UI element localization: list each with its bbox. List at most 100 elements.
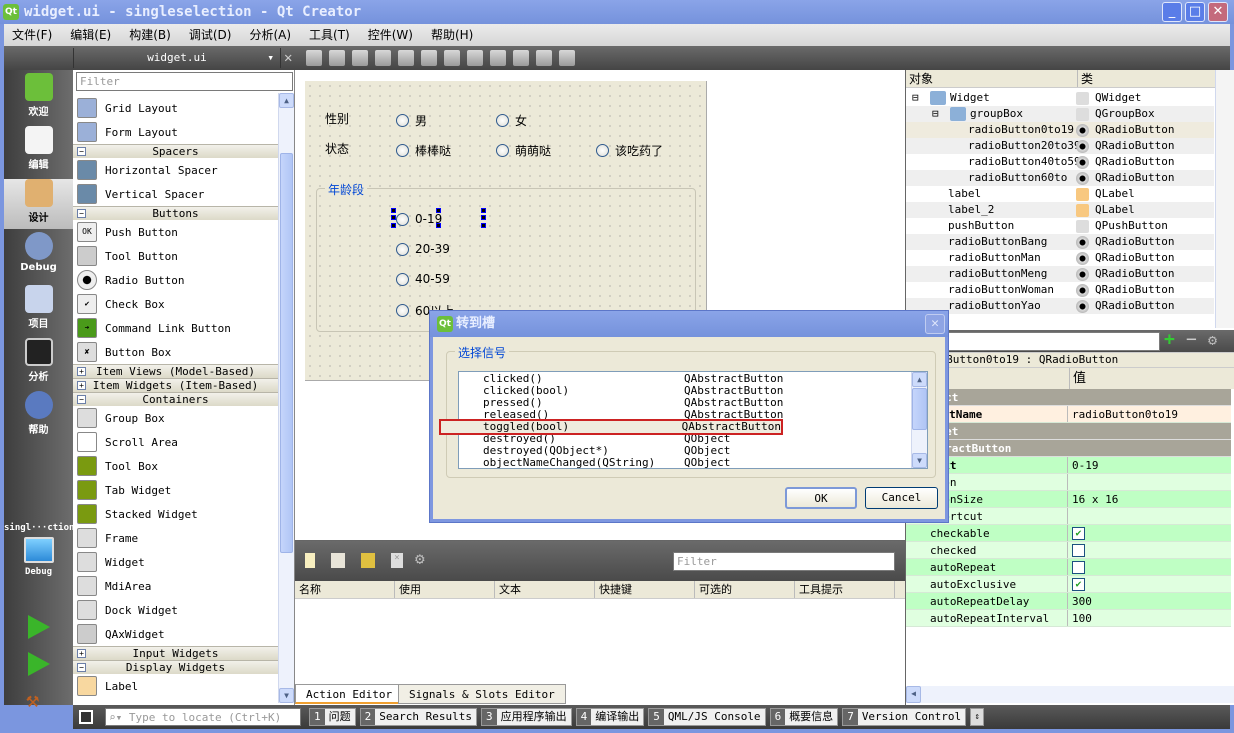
dialog-close-button[interactable]: ✕ [925, 314, 945, 334]
action-filter-input[interactable]: Filter [673, 552, 895, 571]
build-hammer-icon[interactable]: ⚒ [26, 688, 39, 713]
mode-2[interactable]: 设计 [4, 179, 73, 229]
property-value[interactable]: 300 [1068, 593, 1092, 609]
radio-female[interactable]: 女 [496, 112, 527, 129]
edit-tab-order-icon[interactable] [375, 50, 391, 66]
selection-handle[interactable] [391, 215, 396, 220]
break-layout-icon[interactable] [536, 50, 552, 66]
menu-item-4[interactable]: 分析(A) [241, 24, 299, 46]
widget-item[interactable]: Dock Widget [73, 598, 278, 622]
radio-yao[interactable]: 该吃药了 [596, 142, 663, 159]
widget-category[interactable]: + Item Widgets (Item-Based) [73, 378, 278, 392]
adjust-size-icon[interactable] [559, 50, 575, 66]
wrench-icon[interactable]: ⚙ [1208, 331, 1217, 349]
tree-row[interactable]: ⊟ groupBox QGroupBox [906, 106, 1214, 122]
scroll-down-button[interactable]: ▼ [912, 453, 927, 468]
output-pane-2[interactable]: 2 Search Results [359, 708, 477, 726]
property-hscrollbar[interactable]: ◀ [906, 686, 1234, 703]
selection-handle[interactable] [481, 223, 486, 228]
run-icon[interactable] [28, 615, 50, 639]
mode-4[interactable]: 项目 [4, 285, 73, 335]
signal-row[interactable]: objectNameChanged(QString) QObject [459, 457, 911, 469]
menu-item-6[interactable]: 控件(W) [360, 24, 421, 46]
layout-h-splitter-icon[interactable] [444, 50, 460, 66]
output-pane-7[interactable]: 7 Version Control [842, 708, 967, 726]
property-row[interactable]: autoExclusive ✔ [906, 576, 1231, 593]
toggle-sidebar-icon[interactable] [79, 710, 93, 724]
output-pane-3[interactable]: 3 应用程序输出 [480, 708, 572, 726]
widget-list-scrollbar[interactable]: ▲ ▼ [278, 93, 294, 703]
widget-item[interactable]: Grid Layout [73, 96, 278, 120]
close-editor-button[interactable]: ✕ [284, 48, 300, 68]
remove-property-icon[interactable]: − [1186, 329, 1197, 350]
property-row[interactable]: text0-19 [906, 457, 1231, 474]
tab-action-editor[interactable]: Action Editor [295, 684, 404, 704]
property-row[interactable]: autoRepeatInterval 100 [906, 610, 1231, 627]
minimize-button[interactable]: _ [1162, 2, 1182, 22]
scroll-thumb[interactable] [280, 153, 293, 553]
scroll-up-button[interactable]: ▲ [912, 372, 927, 387]
property-value[interactable] [1068, 508, 1072, 524]
property-row[interactable]: icon [906, 474, 1231, 491]
property-category[interactable]: QObject [906, 389, 1231, 406]
widget-filter-input[interactable]: Filter [76, 72, 293, 91]
tree-row[interactable]: label_2 QLabel [906, 202, 1214, 218]
tree-row[interactable]: radioButton0to19 QRadioButton [906, 122, 1214, 138]
widget-item[interactable]: Group Box [73, 406, 278, 430]
widget-item[interactable]: ✘ Button Box [73, 340, 278, 364]
menu-item-2[interactable]: 构建(B) [121, 24, 179, 46]
widget-item[interactable]: Tab Widget [73, 478, 278, 502]
selection-handle[interactable] [391, 208, 396, 213]
widget-item[interactable]: Tool Button [73, 244, 278, 268]
tree-row[interactable]: radioButton40to59 QRadioButton [906, 154, 1214, 170]
property-value[interactable] [1068, 474, 1072, 490]
widget-item[interactable]: Scroll Area [73, 430, 278, 454]
autoExclusive-checkbox[interactable]: ✔ [1072, 577, 1085, 591]
property-value[interactable]: 100 [1068, 610, 1092, 626]
widget-item[interactable]: MdiArea [73, 574, 278, 598]
maximize-button[interactable]: □ [1185, 2, 1205, 22]
mode-5[interactable]: 分析 [4, 338, 73, 388]
widget-item[interactable]: Label [73, 674, 278, 698]
property-row[interactable]: autoRepeat [906, 559, 1231, 576]
tree-row[interactable]: ⊟ Widget QWidget [906, 90, 1214, 106]
scroll-left-button[interactable]: ◀ [906, 686, 921, 703]
scroll-thumb[interactable] [912, 388, 927, 430]
expand-collapse-icon[interactable]: + [77, 367, 86, 376]
widget-item[interactable]: Radio Button [73, 268, 278, 292]
property-row[interactable]: checkable ✔ [906, 525, 1231, 542]
widget-category[interactable]: − Display Widgets [73, 660, 278, 674]
property-value[interactable]: 16 x 16 [1068, 491, 1118, 507]
ok-button[interactable]: OK [785, 487, 857, 509]
widget-category[interactable]: − Buttons [73, 206, 278, 220]
checkable-checkbox[interactable]: ✔ [1072, 526, 1085, 540]
more-panes-button[interactable]: ⇕ [970, 708, 985, 726]
widget-category[interactable]: + Item Views (Model-Based) [73, 364, 278, 378]
expand-collapse-icon[interactable]: − [77, 395, 86, 404]
menu-item-1[interactable]: 编辑(E) [62, 24, 119, 46]
property-value[interactable] [1068, 559, 1085, 575]
new-action-icon[interactable] [305, 553, 315, 568]
tree-row[interactable]: radioButtonMan QRadioButton [906, 250, 1214, 266]
mode-6[interactable]: 帮助 [4, 391, 73, 441]
tab-signals-slots-editor[interactable]: Signals & Slots Editor [398, 684, 566, 704]
output-pane-4[interactable]: 4 编译输出 [575, 708, 645, 726]
widget-item[interactable]: Form Layout [73, 120, 278, 144]
property-row[interactable]: iconSize 16 x 16 [906, 491, 1231, 508]
layout-v-splitter-icon[interactable] [467, 50, 483, 66]
mode-1[interactable]: 编辑 [4, 126, 73, 176]
inspector-scrollbar[interactable] [1215, 70, 1234, 328]
file-selector[interactable]: widget.ui ▾ [73, 48, 281, 68]
widget-item[interactable]: QAxWidget [73, 622, 278, 646]
radio-male[interactable]: 男 [396, 112, 427, 129]
locate-input[interactable]: ⌕▾ Type to locate (Ctrl+K) [105, 708, 301, 726]
checked-checkbox[interactable] [1072, 543, 1085, 557]
selection-handle[interactable] [481, 208, 486, 213]
signal-list-scrollbar[interactable]: ▲ ▼ [911, 372, 927, 468]
property-row[interactable]: checked [906, 542, 1231, 559]
widget-item[interactable]: Stacked Widget [73, 502, 278, 526]
scroll-up-button[interactable]: ▲ [279, 93, 294, 108]
radio-age-40-59[interactable]: 40-59 [396, 272, 450, 286]
widget-item[interactable]: Widget [73, 550, 278, 574]
layout-horizontal-icon[interactable] [398, 50, 414, 66]
